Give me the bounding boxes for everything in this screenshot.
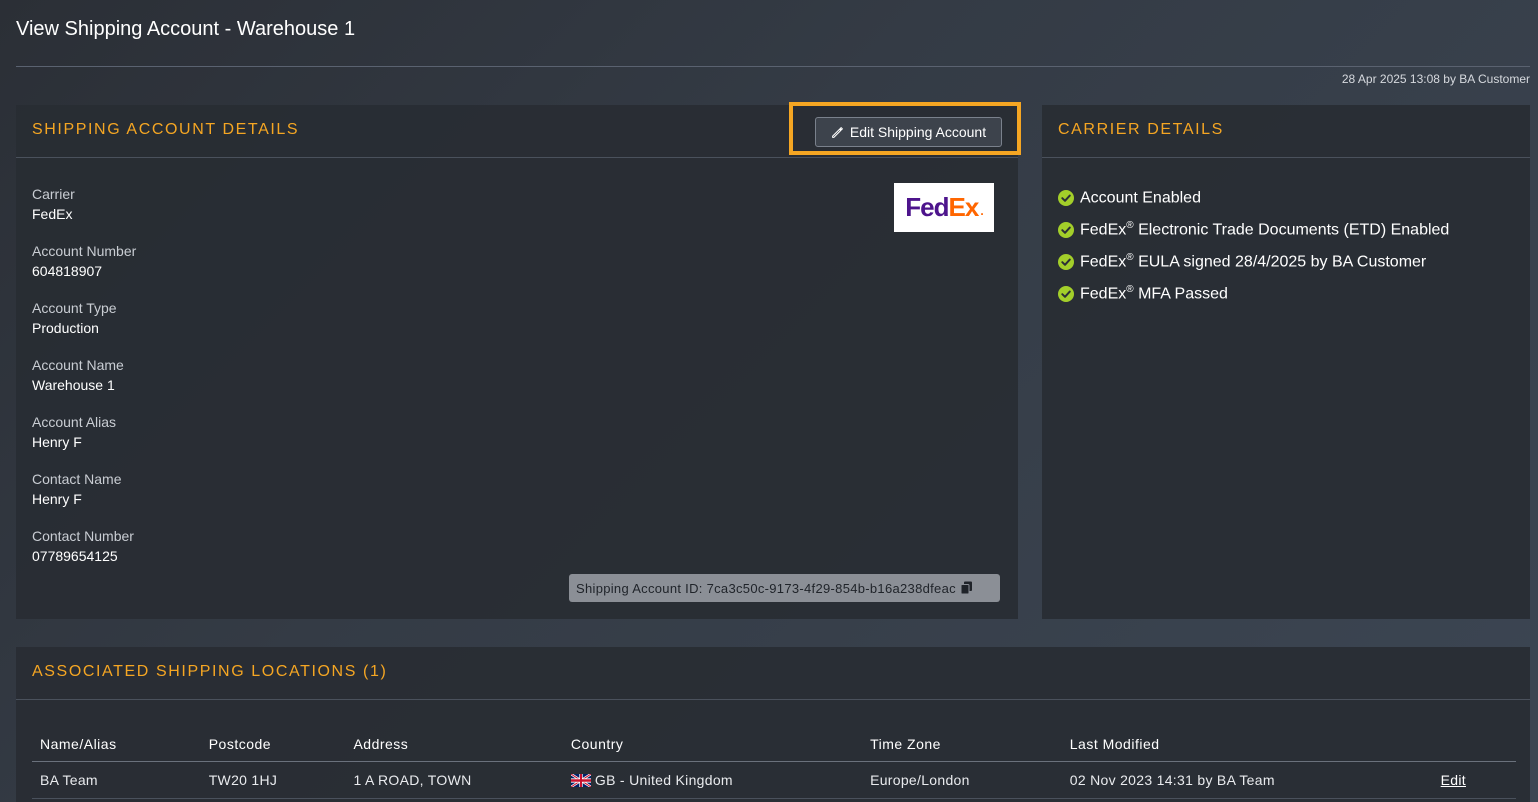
edit-location-link[interactable]: Edit: [1441, 772, 1466, 788]
panel-title: ASSOCIATED SHIPPING LOCATIONS (1): [32, 663, 388, 680]
field-label: Account Number: [32, 243, 137, 259]
field-contact-name: Contact Name Henry F: [32, 470, 136, 509]
shipping-account-id-chip[interactable]: Shipping Account ID: 7ca3c50c-9173-4f29-…: [569, 574, 1000, 602]
field-account-type: Account Type Production: [32, 299, 136, 338]
cell-name: BA Team: [32, 761, 201, 799]
column-header-last-modified[interactable]: Last Modified: [1061, 727, 1433, 762]
shipping-account-id: Shipping Account ID: 7ca3c50c-9173-4f29-…: [576, 580, 956, 596]
field-value: Production: [32, 320, 99, 336]
cell-address: 1 A ROAD, TOWN: [345, 761, 563, 799]
status-label: Account Enabled: [1080, 189, 1201, 207]
field-label: Contact Number: [32, 528, 134, 544]
column-header-name[interactable]: Name/Alias: [32, 727, 201, 762]
table-header-row: Name/Alias Postcode Address Country Time…: [32, 727, 1516, 762]
field-value: Henry F: [32, 491, 82, 507]
check-circle-icon: [1058, 254, 1074, 270]
edit-button-label: Edit Shipping Account: [849, 124, 987, 140]
field-label: Account Type: [32, 300, 117, 316]
registered-mark: ®: [1126, 252, 1134, 264]
carrier-details-panel: CARRIER DETAILS Account Enabled FedEx® E…: [1042, 105, 1530, 619]
field-value: FedEx: [32, 206, 73, 222]
field-value: 07789654125: [32, 548, 118, 564]
field-account-alias: Account Alias Henry F: [32, 413, 136, 452]
locations-table: Name/Alias Postcode Address Country Time…: [32, 727, 1516, 799]
field-value: 604818907: [32, 263, 103, 279]
logo-dot: .: [980, 204, 984, 218]
status-text: FedEx® Electronic Trade Documents (ETD) …: [1080, 220, 1449, 239]
cell-actions: Edit: [1432, 761, 1516, 799]
registered-mark: ®: [1126, 284, 1134, 296]
cell-postcode: TW20 1HJ: [200, 761, 346, 799]
logo-ex: Ex: [948, 192, 980, 222]
edit-shipping-account-button[interactable]: Edit Shipping Account: [815, 117, 1002, 147]
check-circle-icon: [1058, 190, 1074, 206]
field-label: Account Name: [32, 357, 124, 373]
field-carrier: Carrier FedEx: [32, 185, 136, 224]
status-label: MFA Passed: [1133, 285, 1228, 303]
carrier-status-list: Account Enabled FedEx® Electronic Trade …: [1058, 182, 1449, 310]
status-brand: FedEx: [1080, 221, 1127, 239]
cell-country: GB - United Kingdom: [562, 761, 863, 799]
last-updated: 28 Apr 2025 13:08 by BA Customer: [1341, 72, 1530, 86]
status-label: Electronic Trade Documents (ETD) Enabled: [1133, 221, 1450, 239]
cell-last-modified: 02 Nov 2023 14:31 by BA Team: [1061, 761, 1433, 799]
check-circle-icon: [1058, 222, 1074, 238]
country-name: GB - United Kingdom: [594, 772, 733, 788]
field-value: Henry F: [32, 434, 82, 450]
status-mfa-passed: FedEx® MFA Passed: [1058, 278, 1449, 310]
status-label: EULA signed 28/4/2025 by BA Customer: [1133, 253, 1427, 271]
field-account-number: Account Number 604818907: [32, 242, 136, 281]
field-contact-number: Contact Number 07789654125: [32, 527, 136, 566]
panel-header: CARRIER DETAILS: [1042, 105, 1530, 158]
status-text: Account Enabled: [1080, 188, 1201, 207]
column-header-timezone[interactable]: Time Zone: [862, 727, 1062, 762]
field-label: Carrier: [32, 186, 75, 202]
registered-mark: ®: [1126, 220, 1134, 232]
panel-title: SHIPPING ACCOUNT DETAILS: [32, 121, 300, 138]
column-header-address[interactable]: Address: [345, 727, 563, 762]
associated-shipping-locations-panel: ASSOCIATED SHIPPING LOCATIONS (1) Name/A…: [16, 647, 1530, 802]
panel-header: SHIPPING ACCOUNT DETAILS Edit Shipping A…: [16, 102, 1021, 158]
page-title: View Shipping Account - Warehouse 1: [16, 18, 356, 40]
pencil-icon: [831, 126, 843, 138]
status-eula-signed: FedEx® EULA signed 28/4/2025 by BA Custo…: [1058, 246, 1449, 278]
field-label: Contact Name: [32, 471, 122, 487]
copy-icon[interactable]: [960, 581, 973, 595]
table-row: BA Team TW20 1HJ 1 A ROAD, TOWN GB - Uni…: [32, 761, 1516, 799]
cell-timezone: Europe/London: [862, 761, 1062, 799]
uk-flag-icon: [570, 774, 591, 787]
field-value: Warehouse 1: [32, 377, 115, 393]
status-brand: FedEx: [1080, 253, 1127, 271]
panel-header: ASSOCIATED SHIPPING LOCATIONS (1): [16, 647, 1530, 700]
shipping-account-details-panel: SHIPPING ACCOUNT DETAILS Edit Shipping A…: [16, 102, 1021, 619]
account-fields: Carrier FedEx Account Number 604818907 A…: [32, 185, 136, 584]
status-account-enabled: Account Enabled: [1058, 182, 1449, 214]
check-circle-icon: [1058, 286, 1074, 302]
column-header-postcode[interactable]: Postcode: [200, 727, 346, 762]
fedex-logo: Fed Ex.: [894, 183, 994, 232]
panel-title: CARRIER DETAILS: [1058, 121, 1224, 138]
field-account-name: Account Name Warehouse 1: [32, 356, 136, 395]
status-text: FedEx® EULA signed 28/4/2025 by BA Custo…: [1080, 252, 1426, 271]
title-divider: [16, 66, 1530, 67]
field-label: Account Alias: [32, 414, 117, 430]
status-text: FedEx® MFA Passed: [1080, 284, 1228, 303]
column-header-actions: [1432, 727, 1516, 762]
status-brand: FedEx: [1080, 285, 1127, 303]
logo-fed: Fed: [905, 192, 949, 222]
column-header-country[interactable]: Country: [562, 727, 863, 762]
status-etd-enabled: FedEx® Electronic Trade Documents (ETD) …: [1058, 214, 1449, 246]
